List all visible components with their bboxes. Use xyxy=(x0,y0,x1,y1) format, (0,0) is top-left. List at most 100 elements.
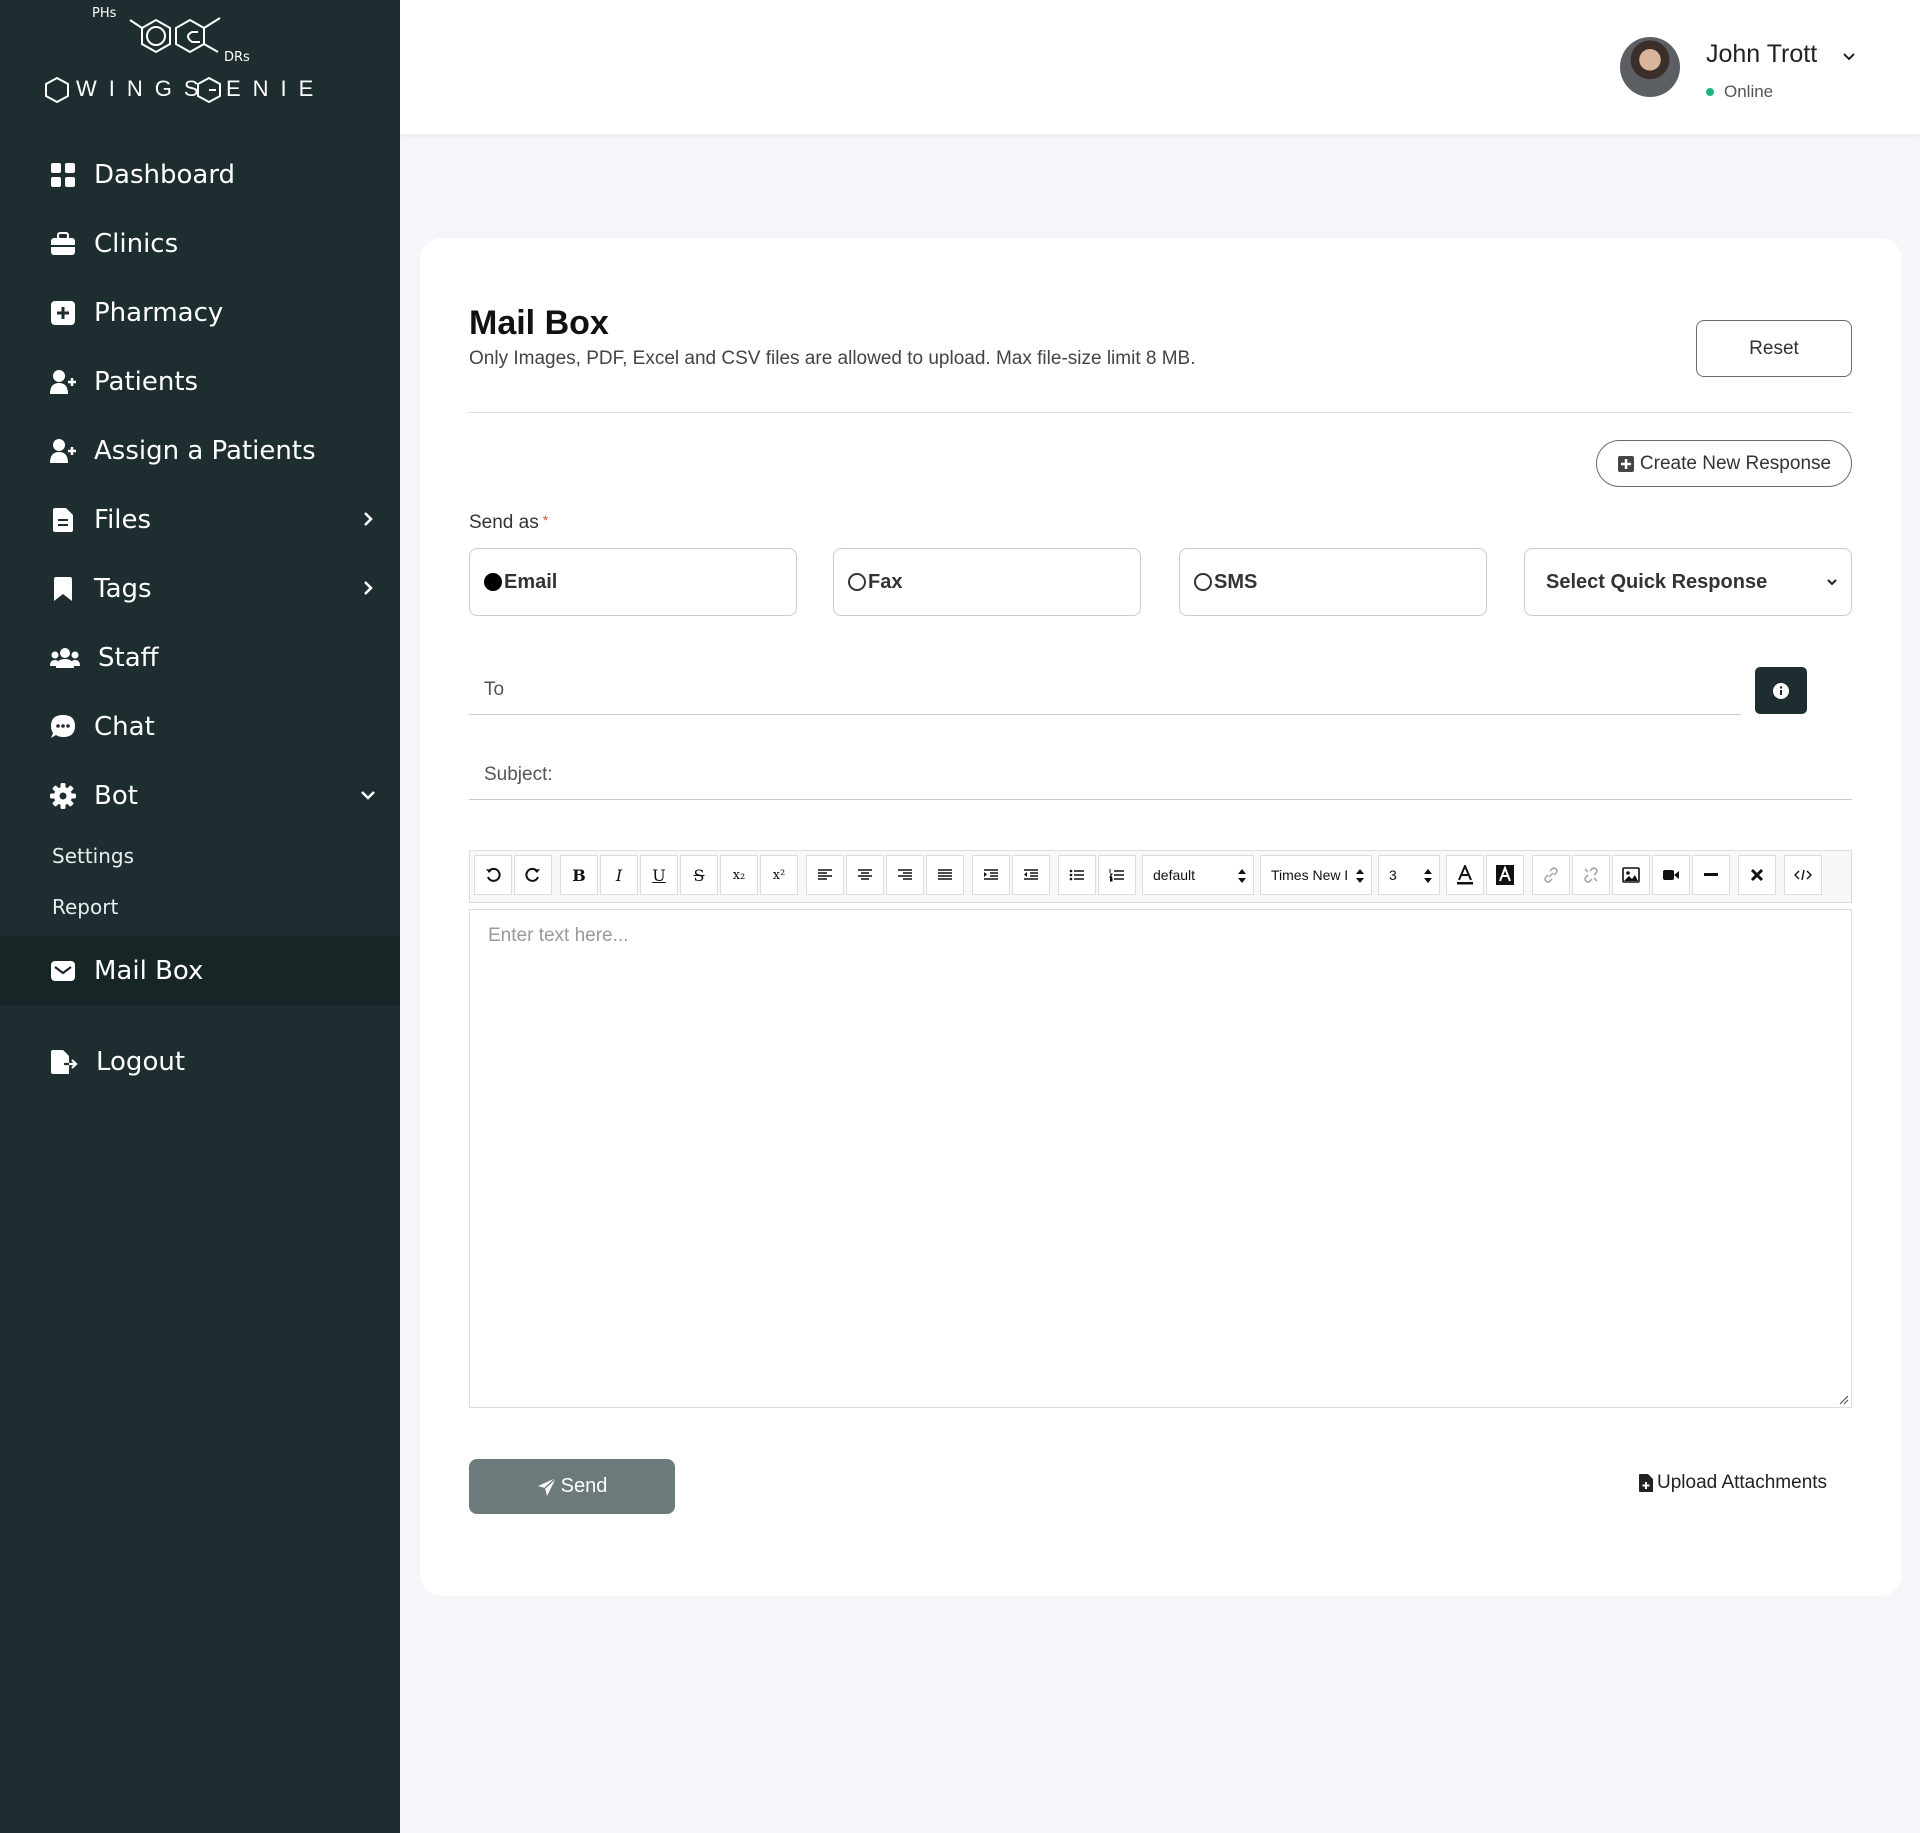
numbered-list-button[interactable] xyxy=(1098,855,1136,895)
sidebar-subitem-settings[interactable]: Settings xyxy=(0,830,400,881)
logout-icon xyxy=(50,1049,78,1075)
sidebar-item-label: Clinics xyxy=(94,228,179,259)
unlink-button[interactable] xyxy=(1572,855,1610,895)
briefcase-icon xyxy=(50,231,76,257)
underline-button[interactable]: U xyxy=(640,855,678,895)
font-size-select[interactable]: 3 xyxy=(1378,855,1440,895)
insert-video-button[interactable] xyxy=(1652,855,1690,895)
quick-response-select[interactable]: Select Quick Response xyxy=(1524,548,1852,616)
redo-icon xyxy=(525,867,540,882)
align-left-button[interactable] xyxy=(806,855,844,895)
upload-attachments-label: Upload Attachments xyxy=(1657,1472,1828,1493)
sidebar-item-dashboard[interactable]: Dashboard xyxy=(0,140,400,209)
undo-button[interactable] xyxy=(474,855,512,895)
bullet-list-icon xyxy=(1069,869,1084,881)
user-plus-icon xyxy=(50,438,76,464)
plus-square-icon xyxy=(50,300,76,326)
bold-button[interactable]: B xyxy=(560,855,598,895)
indent-icon xyxy=(984,869,998,880)
updown-icon xyxy=(1356,869,1364,883)
subscript-button[interactable]: x₂ xyxy=(720,855,758,895)
users-icon xyxy=(50,645,80,671)
logo-word-right: ENIE xyxy=(226,76,326,101)
resize-grip-icon[interactable] xyxy=(1837,1393,1849,1405)
chevron-down-icon xyxy=(1827,579,1837,586)
info-button[interactable] xyxy=(1755,667,1807,714)
user-name[interactable]: John Trott xyxy=(1706,40,1817,69)
sidebar-item-assign-patients[interactable]: Assign a Patients xyxy=(0,416,400,485)
clear-format-button[interactable] xyxy=(1738,855,1776,895)
superscript-button[interactable]: x² xyxy=(760,855,798,895)
sidebar-item-clinics[interactable]: Clinics xyxy=(0,209,400,278)
align-right-button[interactable] xyxy=(886,855,924,895)
outdent-button[interactable] xyxy=(1012,855,1050,895)
send-as-email-option[interactable]: Email xyxy=(469,548,797,616)
sidebar-item-logout[interactable]: Logout xyxy=(0,1027,400,1096)
avatar[interactable] xyxy=(1620,37,1680,97)
subject-input[interactable]: Subject: xyxy=(469,750,1852,800)
sidebar-item-chat[interactable]: Chat xyxy=(0,692,400,761)
required-mark: * xyxy=(542,512,549,528)
sms-option-label: SMS xyxy=(1214,570,1258,593)
subscript-icon: x₂ xyxy=(732,867,746,883)
indent-button[interactable] xyxy=(972,855,1010,895)
bullet-list-button[interactable] xyxy=(1058,855,1096,895)
sidebar-item-pharmacy[interactable]: Pharmacy xyxy=(0,278,400,347)
sidebar-subitem-report[interactable]: Report xyxy=(0,881,400,932)
send-label: Send xyxy=(560,1475,608,1497)
create-new-response-button[interactable]: Create New Response xyxy=(1596,440,1852,487)
radio-unchecked-icon[interactable] xyxy=(1194,573,1212,591)
sidebar-item-staff[interactable]: Staff xyxy=(0,623,400,692)
code-view-button[interactable] xyxy=(1784,855,1822,895)
strikethrough-icon: S xyxy=(693,865,705,885)
align-justify-button[interactable] xyxy=(926,855,964,895)
logo-phs-text: PHs xyxy=(92,6,117,21)
message-editor[interactable]: Enter text here... xyxy=(469,909,1852,1408)
font-color-button[interactable] xyxy=(1446,855,1484,895)
code-icon xyxy=(1794,869,1812,881)
user-status: Online xyxy=(1706,82,1773,102)
send-as-sms-option[interactable]: SMS xyxy=(1179,548,1487,616)
strikethrough-button[interactable]: S xyxy=(680,855,718,895)
sidebar-item-bot[interactable]: Bot xyxy=(0,761,400,830)
font-family-select[interactable]: Times New R xyxy=(1260,855,1372,895)
highlight-color-icon xyxy=(1496,865,1514,885)
align-center-button[interactable] xyxy=(846,855,884,895)
upload-attachments-button[interactable]: Upload Attachments xyxy=(1638,1472,1827,1494)
to-input[interactable]: To xyxy=(469,665,1741,715)
divider xyxy=(469,412,1852,413)
insert-image-button[interactable] xyxy=(1612,855,1650,895)
link-icon xyxy=(1544,867,1558,883)
sidebar-item-label: Logout xyxy=(96,1046,186,1077)
plus-square-icon xyxy=(1617,455,1634,472)
app-logo[interactable]: PHs DRs WINGS ENIE xyxy=(44,6,313,106)
sidebar-item-mailbox[interactable]: Mail Box xyxy=(0,936,400,1005)
font-format-select[interactable]: default xyxy=(1142,855,1254,895)
sidebar-nav: Dashboard Clinics Pharmacy Patients Assi… xyxy=(0,140,400,1096)
redo-button[interactable] xyxy=(514,855,552,895)
logo-drs-text: DRs xyxy=(224,50,250,65)
send-button[interactable]: Send xyxy=(469,1459,675,1514)
reset-button[interactable]: Reset xyxy=(1696,320,1852,377)
font-format-value: default xyxy=(1153,867,1196,883)
updown-icon xyxy=(1424,869,1432,883)
file-icon xyxy=(50,507,76,533)
radio-unchecked-icon[interactable] xyxy=(848,573,866,591)
sidebar-item-tags[interactable]: Tags xyxy=(0,554,400,623)
chevron-down-icon[interactable] xyxy=(1840,48,1858,66)
undo-icon xyxy=(486,867,501,882)
link-button[interactable] xyxy=(1532,855,1570,895)
envelope-icon xyxy=(50,958,76,984)
send-as-fax-option[interactable]: Fax xyxy=(833,548,1141,616)
editor-toolbar: B I U S x₂ x² default Times New R 3 xyxy=(469,850,1852,903)
sidebar-item-files[interactable]: Files xyxy=(0,485,400,554)
horizontal-rule-button[interactable] xyxy=(1692,855,1730,895)
highlight-color-button[interactable] xyxy=(1486,855,1524,895)
italic-button[interactable]: I xyxy=(600,855,638,895)
image-icon xyxy=(1622,867,1640,883)
outdent-icon xyxy=(1024,869,1038,880)
radio-checked-icon[interactable] xyxy=(484,573,502,591)
logo-word-left: WINGS xyxy=(76,76,211,101)
sidebar-item-label: Bot xyxy=(94,780,138,811)
sidebar-item-patients[interactable]: Patients xyxy=(0,347,400,416)
